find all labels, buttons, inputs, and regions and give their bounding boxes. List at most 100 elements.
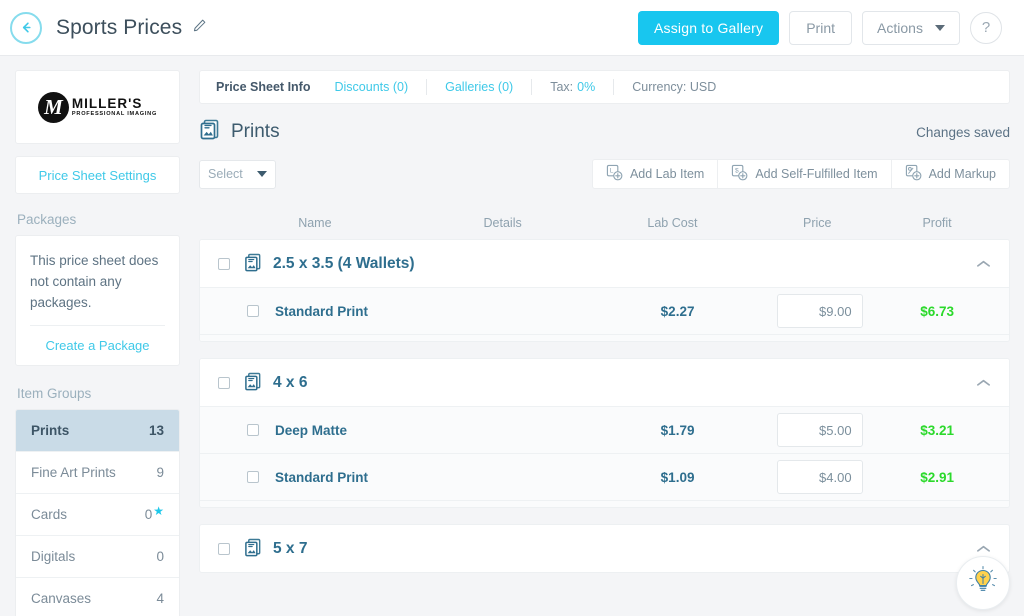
tab-discounts[interactable]: Discounts (0)	[334, 80, 408, 94]
tab-galleries[interactable]: Galleries (0)	[445, 80, 513, 94]
table-row: Standard Print $1.09 $2.91	[200, 453, 1009, 500]
group-checkbox[interactable]	[218, 258, 230, 270]
sidebar-item-cards[interactable]: Cards0★	[16, 494, 179, 536]
prints-icon	[244, 372, 263, 393]
product-group-header[interactable]: 5 x 7	[200, 525, 1009, 572]
sidebar-item-digitals[interactable]: Digitals0	[16, 536, 179, 578]
header-actions: Assign to Gallery Print Actions ?	[638, 11, 1002, 45]
item-lab-cost: $2.27	[599, 304, 756, 319]
product-group-header[interactable]: 4 x 6	[200, 359, 1009, 406]
price-sheet-settings-button[interactable]: Price Sheet Settings	[15, 156, 180, 194]
main-content: Price Sheet Info Discounts (0) Galleries…	[195, 56, 1024, 616]
print-button[interactable]: Print	[789, 11, 852, 45]
group-checkbox[interactable]	[218, 377, 230, 389]
item-groups-table: 2.5 x 3.5 (4 Wallets) Standard Print $2.27…	[199, 239, 1010, 573]
group-label: Canvases	[31, 591, 91, 606]
tax-value[interactable]: 0%	[577, 80, 595, 94]
item-price-cell	[756, 460, 883, 494]
add-lab-item-label: Add Lab Item	[630, 167, 704, 181]
group-count-value: 4	[156, 591, 164, 606]
group-count: 4	[156, 591, 164, 606]
item-lab-cost: $1.09	[599, 470, 756, 485]
row-checkbox[interactable]	[247, 424, 259, 436]
row-checkbox[interactable]	[247, 305, 259, 317]
item-name[interactable]: Standard Print	[275, 470, 423, 485]
item-lab-cost: $1.79	[599, 423, 756, 438]
group-footer	[200, 500, 1009, 507]
assign-to-gallery-button[interactable]: Assign to Gallery	[638, 11, 779, 45]
star-icon: ★	[153, 504, 164, 518]
product-group-card: 4 x 6 Deep Matte $1.79 $3.21 Standard Print $…	[199, 358, 1010, 508]
brand-logo-card: M MILLER'S PROFESSIONAL IMAGING	[15, 70, 180, 144]
divider	[426, 79, 427, 95]
packages-card: This price sheet does not contain any pa…	[15, 235, 180, 366]
page-title: Sports Prices	[56, 16, 182, 40]
group-count: 9	[156, 465, 164, 480]
save-status: Changes saved	[916, 125, 1010, 140]
group-checkbox[interactable]	[218, 543, 230, 555]
price-input[interactable]	[777, 294, 863, 328]
group-count: 13	[149, 423, 164, 438]
millers-logo: M MILLER'S PROFESSIONAL IMAGING	[38, 92, 157, 123]
app-header: Sports Prices Assign to Gallery Print Ac…	[0, 0, 1024, 56]
prints-icon	[244, 253, 263, 274]
chevron-up-icon[interactable]	[976, 259, 991, 269]
group-count-value: 0	[156, 549, 164, 564]
divider	[531, 79, 532, 95]
actions-dropdown[interactable]: Actions	[862, 11, 960, 45]
add-item-buttons: L Add Lab Item $	[592, 159, 1010, 189]
edit-title-button[interactable]	[192, 18, 207, 38]
pencil-icon	[192, 18, 207, 38]
sidebar-item-canvases[interactable]: Canvases 4	[16, 578, 179, 616]
item-name[interactable]: Standard Print	[275, 304, 423, 319]
column-header-name: Name	[217, 216, 413, 230]
group-count-value: 9	[156, 465, 164, 480]
prints-icon	[199, 118, 221, 146]
actions-label: Actions	[877, 20, 923, 36]
price-sheet-tabbar: Price Sheet Info Discounts (0) Galleries…	[199, 70, 1010, 104]
table-row: Deep Matte $1.79 $3.21	[200, 406, 1009, 453]
group-label: Prints	[31, 423, 69, 438]
help-button[interactable]: ?	[970, 12, 1002, 44]
item-profit: $6.73	[883, 304, 991, 319]
help-widget-button[interactable]	[956, 556, 1010, 610]
chevron-down-icon	[257, 171, 267, 177]
create-package-link[interactable]: Create a Package	[30, 326, 165, 353]
prints-icon	[244, 538, 263, 559]
row-checkbox[interactable]	[247, 471, 259, 483]
item-groups-heading: Item Groups	[17, 386, 180, 401]
currency-value: Currency: USD	[632, 80, 716, 94]
chevron-up-icon[interactable]	[976, 544, 991, 554]
lightbulb-icon	[966, 564, 1000, 603]
group-title: 5 x 7	[273, 540, 307, 558]
price-input[interactable]	[777, 460, 863, 494]
table-column-headers: Name Details Lab Cost Price Profit	[199, 207, 1010, 239]
sidebar-item-prints[interactable]: Prints 13	[16, 410, 179, 452]
sidebar-item-fine-art-prints[interactable]: Fine Art Prints9	[16, 452, 179, 494]
select-dropdown[interactable]: Select	[199, 160, 276, 189]
add-self-fulfilled-item-button[interactable]: $ Add Self-Fulfilled Item	[718, 160, 891, 188]
self-fulfilled-icon: $	[731, 164, 748, 184]
chevron-down-icon	[935, 25, 945, 31]
item-price-cell	[756, 294, 883, 328]
item-name[interactable]: Deep Matte	[275, 423, 423, 438]
divider	[613, 79, 614, 95]
add-markup-button[interactable]: Add Markup	[892, 160, 1009, 188]
item-groups-list: Prints 13 Fine Art Prints9Cards0★Digitals0…	[15, 409, 180, 616]
price-input[interactable]	[777, 413, 863, 447]
logo-name: MILLER'S	[72, 97, 157, 111]
group-footer	[200, 334, 1009, 341]
item-profit: $2.91	[883, 470, 991, 485]
chevron-up-icon[interactable]	[976, 378, 991, 388]
add-lab-item-button[interactable]: L Add Lab Item	[593, 160, 718, 188]
tax-label: Tax:	[550, 80, 573, 94]
product-group-card: 5 x 7	[199, 524, 1010, 573]
back-button[interactable]	[10, 12, 42, 44]
tab-price-sheet-info[interactable]: Price Sheet Info	[216, 80, 310, 94]
column-header-profit: Profit	[882, 216, 992, 230]
svg-text:L: L	[610, 168, 614, 175]
product-group-header[interactable]: 2.5 x 3.5 (4 Wallets)	[200, 240, 1009, 287]
item-profit: $3.21	[883, 423, 991, 438]
group-count: 0★	[145, 507, 164, 522]
packages-heading: Packages	[17, 212, 180, 227]
